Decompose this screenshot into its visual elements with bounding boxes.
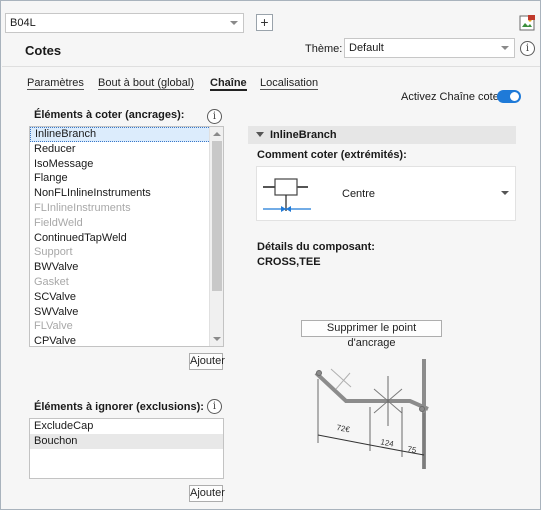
list-item[interactable]: SWValve bbox=[30, 305, 223, 320]
collapse-icon[interactable] bbox=[256, 132, 264, 137]
add-config-button[interactable]: + bbox=[256, 14, 273, 31]
exclusions-items: ExcludeCap Bouchon bbox=[30, 419, 223, 449]
theme-label: Thème: bbox=[305, 43, 343, 55]
list-item[interactable]: IsoMessage bbox=[30, 157, 223, 172]
anchors-scrollbar[interactable] bbox=[209, 127, 223, 346]
anchors-list[interactable]: InlineBranch Reducer IsoMessage Flange NonFL… bbox=[29, 126, 224, 347]
toggle-knob bbox=[510, 92, 519, 101]
list-item[interactable]: FieldWeld bbox=[30, 216, 223, 231]
tab-bout-a-bout[interactable]: Bout à bout (global) bbox=[98, 77, 195, 90]
list-item[interactable]: NonFLInlineInstruments bbox=[30, 186, 223, 201]
endpoint-label: Comment coter (extrémités): bbox=[257, 149, 407, 161]
list-item[interactable]: Gasket bbox=[30, 275, 223, 290]
chain-toggle[interactable] bbox=[497, 90, 521, 103]
theme-value: Default bbox=[349, 42, 384, 54]
anchors-items: InlineBranch Reducer IsoMessage Flange NonFL… bbox=[30, 127, 223, 346]
list-item[interactable]: FLInlineInstruments bbox=[30, 201, 223, 216]
config-value: B04L bbox=[10, 17, 36, 29]
scroll-up-icon[interactable] bbox=[213, 132, 221, 136]
group-header[interactable]: InlineBranch bbox=[248, 126, 516, 144]
group-title: InlineBranch bbox=[270, 129, 337, 141]
scroll-thumb[interactable] bbox=[212, 141, 222, 291]
list-item[interactable]: SCValve bbox=[30, 290, 223, 305]
list-item[interactable]: ContinuedTapWeld bbox=[30, 231, 223, 246]
list-item[interactable]: Support bbox=[30, 245, 223, 260]
scroll-down-icon[interactable] bbox=[213, 337, 221, 341]
anchors-title: Éléments à coter (ancrages): bbox=[34, 109, 185, 121]
chevron-down-icon bbox=[501, 46, 509, 50]
list-item[interactable]: FLValve bbox=[30, 319, 223, 334]
header-divider bbox=[2, 66, 540, 67]
add-anchor-button[interactable]: Ajouter bbox=[189, 353, 225, 370]
remove-anchor-button[interactable]: Supprimer le point d'ancrage bbox=[301, 320, 442, 349]
exclusions-title: Éléments à ignorer (exclusions): bbox=[34, 401, 204, 413]
endpoint-diagram-icon bbox=[263, 178, 311, 212]
chain-toggle-label: Activez Chaîne cotes: bbox=[401, 91, 508, 103]
list-item[interactable]: Bouchon bbox=[30, 433, 223, 449]
info-icon[interactable]: i bbox=[207, 399, 222, 414]
info-icon[interactable]: i bbox=[207, 109, 222, 124]
component-value: CROSS,TEE bbox=[257, 256, 321, 268]
chevron-down-icon bbox=[230, 21, 238, 25]
list-item[interactable]: CPValve bbox=[30, 334, 223, 346]
tab-parametres[interactable]: Paramètres bbox=[27, 77, 84, 90]
config-dropdown[interactable]: B04L bbox=[5, 13, 244, 33]
list-item[interactable]: InlineBranch bbox=[30, 127, 223, 142]
theme-dropdown[interactable]: Default bbox=[344, 38, 515, 58]
dimensions-window: B04L + Cotes Thème: Default i Paramètres… bbox=[0, 0, 541, 510]
list-item[interactable]: ExcludeCap bbox=[30, 419, 223, 434]
endpoint-value: Centre bbox=[342, 188, 376, 200]
image-export-icon[interactable] bbox=[519, 15, 535, 31]
chain-dimension-illustration: 72€ 124 75 bbox=[314, 359, 429, 469]
component-label: Détails du composant: bbox=[257, 241, 375, 253]
add-exclusion-button[interactable]: Ajouter bbox=[189, 485, 225, 502]
tab-chaine[interactable]: Chaîne bbox=[210, 77, 247, 91]
tab-localisation[interactable]: Localisation bbox=[260, 77, 319, 90]
list-item[interactable]: Reducer bbox=[30, 142, 223, 157]
dimension-label-1: 72€ bbox=[336, 423, 351, 434]
exclusions-list[interactable]: ExcludeCap Bouchon bbox=[29, 418, 224, 479]
chevron-down-icon bbox=[501, 191, 509, 195]
list-item[interactable]: BWValve bbox=[30, 260, 223, 275]
page-title: Cotes bbox=[25, 43, 62, 58]
endpoint-selector[interactable]: Centre bbox=[256, 166, 516, 221]
info-icon[interactable]: i bbox=[520, 41, 535, 56]
list-item[interactable]: Flange bbox=[30, 171, 223, 186]
